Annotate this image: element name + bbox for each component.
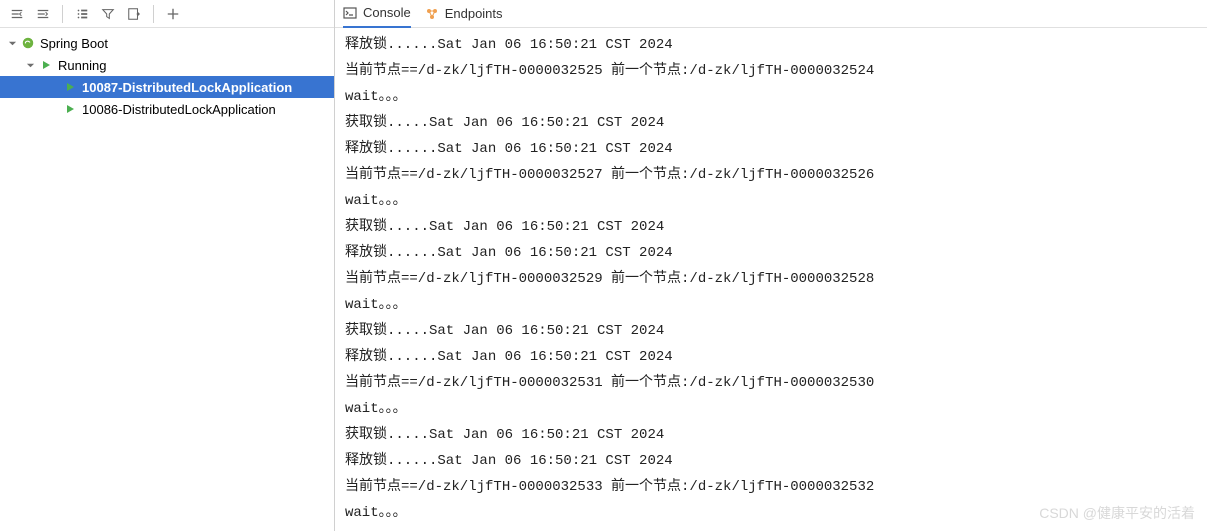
tree-app-label: 10086-DistributedLockApplication	[82, 102, 276, 117]
tree-root-spring-boot[interactable]: Spring Boot	[0, 32, 334, 54]
console-line: 释放锁......Sat Jan 06 16:50:21 CST 2024	[345, 344, 1197, 370]
add-icon[interactable]	[162, 3, 184, 25]
console-output[interactable]: 释放锁......Sat Jan 06 16:50:21 CST 2024当前节…	[335, 28, 1207, 531]
tree-running-group[interactable]: Running	[0, 54, 334, 76]
tree-app-10086[interactable]: 10086-DistributedLockApplication	[0, 98, 334, 120]
play-icon	[62, 101, 78, 117]
console-line: 释放锁......Sat Jan 06 16:50:21 CST 2024	[345, 32, 1197, 58]
console-line: 当前节点==/d-zk/ljfTH-0000032529 前一个节点:/d-zk…	[345, 266, 1197, 292]
top-tabs: Console Endpoints	[335, 0, 1207, 28]
toolbar-separator	[62, 5, 63, 23]
spring-icon	[20, 35, 36, 51]
tab-console-label: Console	[363, 5, 411, 20]
wrap-icon[interactable]	[123, 3, 145, 25]
console-line: 当前节点==/d-zk/ljfTH-0000032527 前一个节点:/d-zk…	[345, 162, 1197, 188]
console-line: 获取锁.....Sat Jan 06 16:50:21 CST 2024	[345, 214, 1197, 240]
console-line: 获取锁.....Sat Jan 06 16:50:21 CST 2024	[345, 318, 1197, 344]
tree-app-10087[interactable]: 10087-DistributedLockApplication	[0, 76, 334, 98]
tree: Spring Boot Running 10087-DistributedLoc…	[0, 28, 334, 531]
left-panel: Spring Boot Running 10087-DistributedLoc…	[0, 0, 335, 531]
chevron-down-icon	[24, 59, 36, 71]
console-line: 获取锁.....Sat Jan 06 16:50:21 CST 2024	[345, 422, 1197, 448]
console-line: 当前节点==/d-zk/ljfTH-0000032525 前一个节点:/d-zk…	[345, 58, 1197, 84]
console-line: wait。。。	[345, 396, 1197, 422]
toolbar	[0, 0, 334, 28]
toolbar-separator	[153, 5, 154, 23]
tree-root-label: Spring Boot	[40, 36, 108, 51]
tab-endpoints[interactable]: Endpoints	[425, 0, 503, 28]
console-icon	[343, 6, 357, 20]
console-line: wait。。。	[345, 292, 1197, 318]
console-line: 当前节点==/d-zk/ljfTH-0000032531 前一个节点:/d-zk…	[345, 370, 1197, 396]
console-line: wait。。。	[345, 188, 1197, 214]
chevron-down-icon	[6, 37, 18, 49]
console-line: 释放锁......Sat Jan 06 16:50:21 CST 2024	[345, 448, 1197, 474]
console-line: 当前节点==/d-zk/ljfTH-0000032533 前一个节点:/d-zk…	[345, 474, 1197, 500]
expand-icon[interactable]	[32, 3, 54, 25]
collapse-icon[interactable]	[6, 3, 28, 25]
tab-endpoints-label: Endpoints	[445, 6, 503, 21]
console-line: 释放锁......Sat Jan 06 16:50:21 CST 2024	[345, 136, 1197, 162]
console-line: 释放锁......Sat Jan 06 16:50:21 CST 2024	[345, 240, 1197, 266]
endpoints-icon	[425, 7, 439, 21]
play-icon	[62, 79, 78, 95]
options-icon[interactable]	[71, 3, 93, 25]
console-line: 获取锁.....Sat Jan 06 16:50:21 CST 2024	[345, 110, 1197, 136]
tree-running-label: Running	[58, 58, 106, 73]
tree-app-label: 10087-DistributedLockApplication	[82, 80, 292, 95]
filter-icon[interactable]	[97, 3, 119, 25]
tab-console[interactable]: Console	[343, 0, 411, 28]
play-icon	[38, 57, 54, 73]
console-line: wait。。。	[345, 84, 1197, 110]
right-panel: Console Endpoints 释放锁......Sat Jan 06 16…	[335, 0, 1207, 531]
console-line: wait。。。	[345, 500, 1197, 526]
